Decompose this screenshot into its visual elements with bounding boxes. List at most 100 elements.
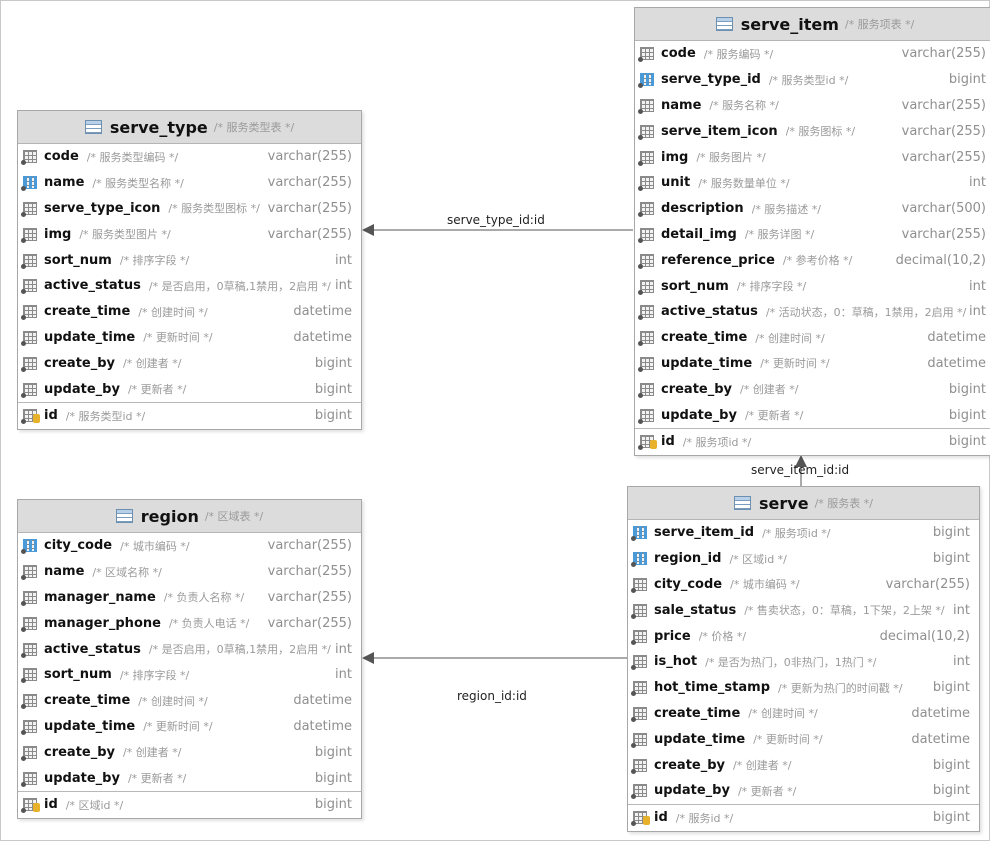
column-row[interactable]: code /* 服务类型编码 */ varchar(255) [18,144,361,170]
table-header[interactable]: serve_type /* 服务类型表 */ [18,111,361,144]
column-name: id [44,797,58,813]
column-comment: /* 更新时间 */ [753,733,823,747]
table-serve-item[interactable]: serve_item /* 服务项表 */ code /* 服务编码 */ varcha… [634,7,990,456]
column-row[interactable]: reference_price /* 参考价格 */ decimal(10,2) [635,247,990,273]
column-row[interactable]: manager_name /* 负责人名称 */ varchar(255) [18,585,361,611]
column-row[interactable]: name /* 服务名称 */ varchar(255) [635,93,990,119]
column-name: name [44,175,85,191]
column-row[interactable]: create_time /* 创建时间 */ datetime [18,688,361,714]
column-name: update_time [44,718,136,734]
column-row[interactable]: active_status /* 活动状态，0：草稿，1禁用，2启用 */int [635,299,990,325]
column-row[interactable]: hot_time_stamp /* 更新为热门的时间戳 */ bigint [628,675,979,701]
column-comment: /* 更新时间 */ [143,331,213,345]
column-row[interactable]: serve_type_id /* 服务类型id */ bigint [635,67,990,93]
column-name: img [661,149,689,165]
column-type: int [335,278,352,294]
column-row[interactable]: create_by /* 创建者 */ bigint [635,376,990,402]
column-type: decimal(10,2) [879,628,970,644]
column-type: varchar(255) [267,564,352,580]
primary-key-row[interactable]: id /* 区域id */ bigint [18,790,361,818]
column-icon [21,356,37,372]
table-comment: /* 区域表 */ [204,510,264,523]
column-row[interactable]: sale_status /* 售卖状态，0：草稿，1下架，2上架 */ int [628,597,979,623]
column-row[interactable]: update_by /* 更新者 */ bigint [18,765,361,791]
column-name: manager_name [44,589,156,605]
column-type: int [335,252,352,268]
table-serve-type[interactable]: serve_type /* 服务类型表 */ code /* 服务类型编码 */ var… [17,110,362,430]
column-row[interactable]: sort_num /* 排序字段 */ int [18,662,361,688]
table-header[interactable]: region /* 区域表 */ [18,500,361,533]
table-name: region [140,506,199,526]
column-row[interactable]: create_by /* 创建者 */ bigint [18,350,361,376]
column-row[interactable]: img /* 服务类型图片 */ varchar(255) [18,221,361,247]
column-comment: /* 创建时间 */ [748,707,818,721]
column-row[interactable]: create_by /* 创建者 */ bigint [18,739,361,765]
column-name: update_by [661,407,737,423]
column-row[interactable]: serve_item_id /* 服务项id */ bigint [628,520,979,546]
column-row[interactable]: sort_num /* 排序字段 */ int [18,247,361,273]
column-type: int [335,641,352,657]
column-row[interactable]: manager_phone /* 负责人电话 */ varchar(255) [18,610,361,636]
column-row[interactable]: create_by /* 创建者 */ bigint [628,752,979,778]
column-row[interactable]: update_time /* 更新时间 */ datetime [628,726,979,752]
column-name: img [44,226,72,242]
column-row[interactable]: sort_num /* 排序字段 */ int [635,273,990,299]
column-name: region_id [654,551,722,567]
column-row[interactable]: create_time /* 创建时间 */ datetime [18,299,361,325]
primary-key-row[interactable]: id /* 服务类型id */ bigint [18,401,361,429]
column-icon [21,668,37,684]
primary-key-row[interactable]: id /* 服务id */ bigint [628,803,979,831]
primary-key-icon [631,811,650,827]
column-row[interactable]: code /* 服务编码 */ varchar(255) [635,41,990,67]
column-row[interactable]: update_by /* 更新者 */ bigint [18,376,361,402]
column-name: sort_num [44,667,112,683]
column-row[interactable]: detail_img /* 服务详图 */ varchar(255) [635,222,990,248]
column-type: datetime [293,329,352,345]
column-row[interactable]: city_code /* 城市编码 */ varchar(255) [18,533,361,559]
column-row[interactable]: description /* 服务描述 */ varchar(500) [635,196,990,222]
column-row[interactable]: update_time /* 更新时间 */ datetime [18,714,361,740]
column-icon [21,305,37,321]
column-type: varchar(255) [267,149,352,165]
column-row[interactable]: create_time /* 创建时间 */ datetime [628,701,979,727]
column-type: bigint [948,381,986,397]
column-name: serve_item_icon [661,123,778,139]
column-row[interactable]: update_by /* 更新者 */ bigint [628,778,979,804]
column-row[interactable]: create_time /* 创建时间 */ datetime [635,325,990,351]
column-row[interactable]: price /* 价格 */ decimal(10,2) [628,623,979,649]
column-icon [638,408,654,424]
column-row[interactable]: city_code /* 城市编码 */ varchar(255) [628,572,979,598]
column-row[interactable]: is_hot /* 是否为热门，0非热门，1热门 */ int [628,649,979,675]
column-row[interactable]: region_id /* 区域id */ bigint [628,546,979,572]
column-name: name [44,564,85,580]
table-region[interactable]: region /* 区域表 */ city_code /* 城市编码 */ varcha… [17,499,362,819]
table-serve[interactable]: serve /* 服务表 */ serve_item_id /* 服务项id */ bi… [627,486,980,832]
column-comment: /* 更新时间 */ [143,720,213,734]
column-row[interactable]: active_status /* 是否启用，0草稿,1禁用，2启用 */ int [18,273,361,299]
column-row[interactable]: unit /* 服务数量单位 */ int [635,170,990,196]
foreign-key-column-icon [21,176,37,192]
column-row[interactable]: update_time /* 更新时间 */ datetime [635,351,990,377]
column-comment: /* 服务类型编码 */ [86,150,179,164]
column-row[interactable]: img /* 服务图片 */ varchar(255) [635,144,990,170]
column-type: varchar(255) [901,149,986,165]
column-row[interactable]: name /* 服务类型名称 */ varchar(255) [18,170,361,196]
column-type: varchar(255) [267,589,352,605]
column-icon [631,706,647,722]
column-name: id [654,810,668,826]
column-name: active_status [44,278,141,294]
column-type: varchar(255) [267,226,352,242]
column-icon [638,150,654,166]
column-row[interactable]: update_by /* 更新者 */ bigint [635,402,990,428]
column-row[interactable]: active_status /* 是否启用，0草稿,1禁用，2启用 */ int [18,636,361,662]
column-row[interactable]: update_time /* 更新时间 */ datetime [18,325,361,351]
column-type: int [335,667,352,683]
column-row[interactable]: serve_item_icon /* 服务图标 */ varchar(255) [635,118,990,144]
table-header[interactable]: serve_item /* 服务项表 */ [635,8,990,41]
table-header[interactable]: serve /* 服务表 */ [628,487,979,520]
column-row[interactable]: name /* 区域名称 */ varchar(255) [18,559,361,585]
column-type: int [969,278,986,294]
column-row[interactable]: serve_type_icon /* 服务类型图标 */ varchar(255) [18,196,361,222]
column-comment: /* 服务项id */ [682,435,752,449]
primary-key-row[interactable]: id /* 服务项id */ bigint [635,427,990,455]
